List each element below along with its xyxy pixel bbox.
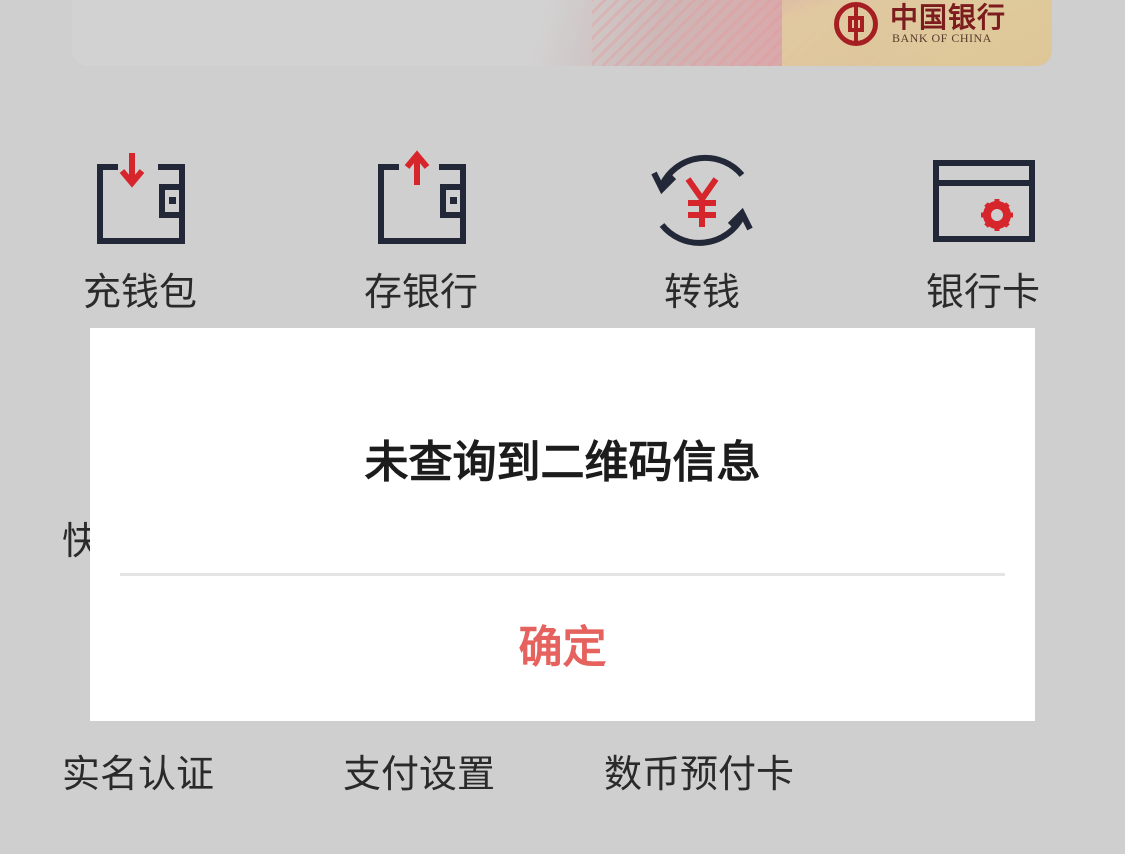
digital-prepaid-card-item[interactable]: 数币预付卡 <box>604 743 794 798</box>
confirm-button[interactable]: 确定 <box>90 598 1035 698</box>
real-name-auth-item[interactable]: 实名认证 <box>62 743 214 798</box>
function-deposit-bank[interactable]: 存银行 <box>321 145 521 316</box>
bank-card-banner[interactable]: 中国银行 BANK OF CHINA <box>72 0 1052 66</box>
dialog-divider <box>120 573 1005 576</box>
wallet-recharge-icon <box>97 153 185 244</box>
function-recharge-wallet[interactable]: 充钱包 <box>40 145 240 316</box>
payment-settings-item[interactable]: 支付设置 <box>343 743 495 798</box>
dialog-title: 未查询到二维码信息 <box>364 437 761 488</box>
function-label: 银行卡 <box>925 270 1040 314</box>
yuan-transfer-icon <box>651 154 753 246</box>
wallet-deposit-icon <box>378 150 466 244</box>
function-label: 转钱 <box>663 270 740 314</box>
bank-of-china-logo-icon <box>834 2 878 46</box>
function-transfer[interactable]: 转钱 <box>602 145 802 316</box>
bank-card-icon <box>933 160 1035 242</box>
function-label: 充钱包 <box>82 270 197 314</box>
bank-logo-en: BANK OF CHINA <box>892 31 992 45</box>
function-bank-card[interactable]: 银行卡 <box>883 145 1083 316</box>
function-label: 存银行 <box>363 270 478 314</box>
alert-dialog: 未查询到二维码信息 确定 <box>90 328 1035 721</box>
